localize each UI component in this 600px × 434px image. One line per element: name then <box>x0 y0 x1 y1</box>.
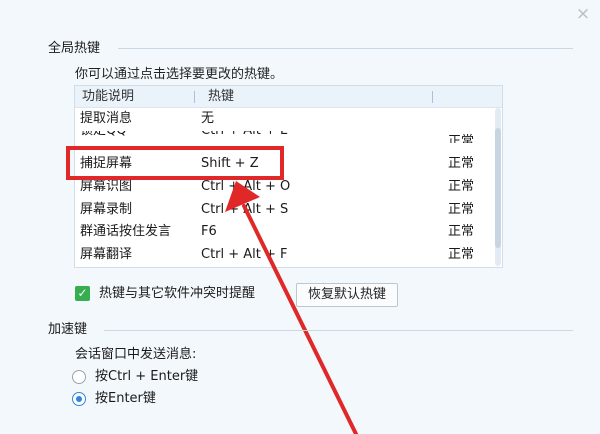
row-function: 屏幕识图 <box>80 179 133 195</box>
row-hotkey: Ctrl + Alt + F <box>201 247 288 263</box>
row-function: 提取消息 <box>80 111 133 126</box>
radio-enter[interactable] <box>72 392 86 406</box>
row-function: 屏幕录制 <box>80 201 133 217</box>
close-icon[interactable]: × <box>573 4 593 24</box>
radio-enter-label[interactable]: 按Enter键 <box>95 391 156 407</box>
reset-default-hotkeys-button[interactable]: 恢复默认热键 <box>296 283 398 307</box>
hotkey-settings-panel: × 全局热键 你可以通过点击选择要更改的热键。 功能说明 热键 提取消息 无 锁… <box>0 0 600 434</box>
column-separator <box>194 91 195 103</box>
table-row[interactable]: 锁定QQ Ctrl + Alt + L 正常 <box>75 131 502 143</box>
table-row[interactable]: 捕捉屏幕 Shift + Z 正常 <box>75 153 502 176</box>
row-hotkey: 无 <box>201 111 215 126</box>
row-function: 屏幕翻译 <box>80 247 133 263</box>
row-hotkey: Shift + Z <box>201 156 259 172</box>
accelerator-title: 加速键 <box>48 322 88 337</box>
hotkey-table: 功能说明 热键 提取消息 无 锁定QQ Ctrl + Alt + L 正常 捕捉… <box>74 85 503 268</box>
radio-ctrl-enter-label[interactable]: 按Ctrl + Enter键 <box>95 369 198 385</box>
send-message-label: 会话窗口中发送消息: <box>75 347 197 362</box>
table-row[interactable]: 屏幕识图 Ctrl + Alt + O 正常 <box>75 176 502 199</box>
conflict-reminder-label: 热键与其它软件冲突时提醒 <box>99 286 256 301</box>
table-row[interactable]: 屏幕翻译 Ctrl + Alt + F 正常 <box>75 244 502 267</box>
row-status: 正常 <box>448 179 475 195</box>
column-header-function[interactable]: 功能说明 <box>82 89 134 105</box>
table-row[interactable]: 群通话按住发言 F6 正常 <box>75 221 502 244</box>
conflict-reminder-checkbox[interactable]: ✓ <box>75 286 90 301</box>
scrollbar-thumb[interactable] <box>495 128 501 248</box>
table-header: 功能说明 热键 <box>75 86 502 108</box>
row-status: 正常 <box>448 201 475 217</box>
radio-ctrl-enter[interactable] <box>72 370 86 384</box>
row-hotkey: Ctrl + Alt + O <box>201 179 291 195</box>
row-function: 群通话按住发言 <box>80 224 172 240</box>
table-row[interactable]: 屏幕录制 Ctrl + Alt + S 正常 <box>75 199 502 222</box>
row-function: 锁定QQ <box>80 131 126 142</box>
row-hotkey: Ctrl + Alt + L <box>201 131 287 142</box>
section-divider <box>104 330 573 331</box>
global-hotkeys-title: 全局热键 <box>48 41 101 56</box>
table-body: 提取消息 无 锁定QQ Ctrl + Alt + L 正常 捕捉屏幕 Shift… <box>75 108 502 267</box>
row-status: 正常 <box>448 247 475 263</box>
hotkey-hint: 你可以通过点击选择要更改的热键。 <box>75 67 284 82</box>
row-hotkey: F6 <box>201 224 217 240</box>
table-row[interactable]: 提取消息 无 <box>75 108 502 131</box>
table-scrollbar[interactable] <box>495 108 501 266</box>
column-separator <box>432 91 433 103</box>
row-status: 正常 <box>448 156 475 172</box>
row-function: 捕捉屏幕 <box>80 156 133 172</box>
row-status: 正常 <box>448 133 475 143</box>
section-divider <box>118 48 573 49</box>
row-status: 正常 <box>448 224 475 240</box>
column-header-hotkey[interactable]: 热键 <box>208 89 234 105</box>
row-hotkey: Ctrl + Alt + S <box>201 201 289 217</box>
